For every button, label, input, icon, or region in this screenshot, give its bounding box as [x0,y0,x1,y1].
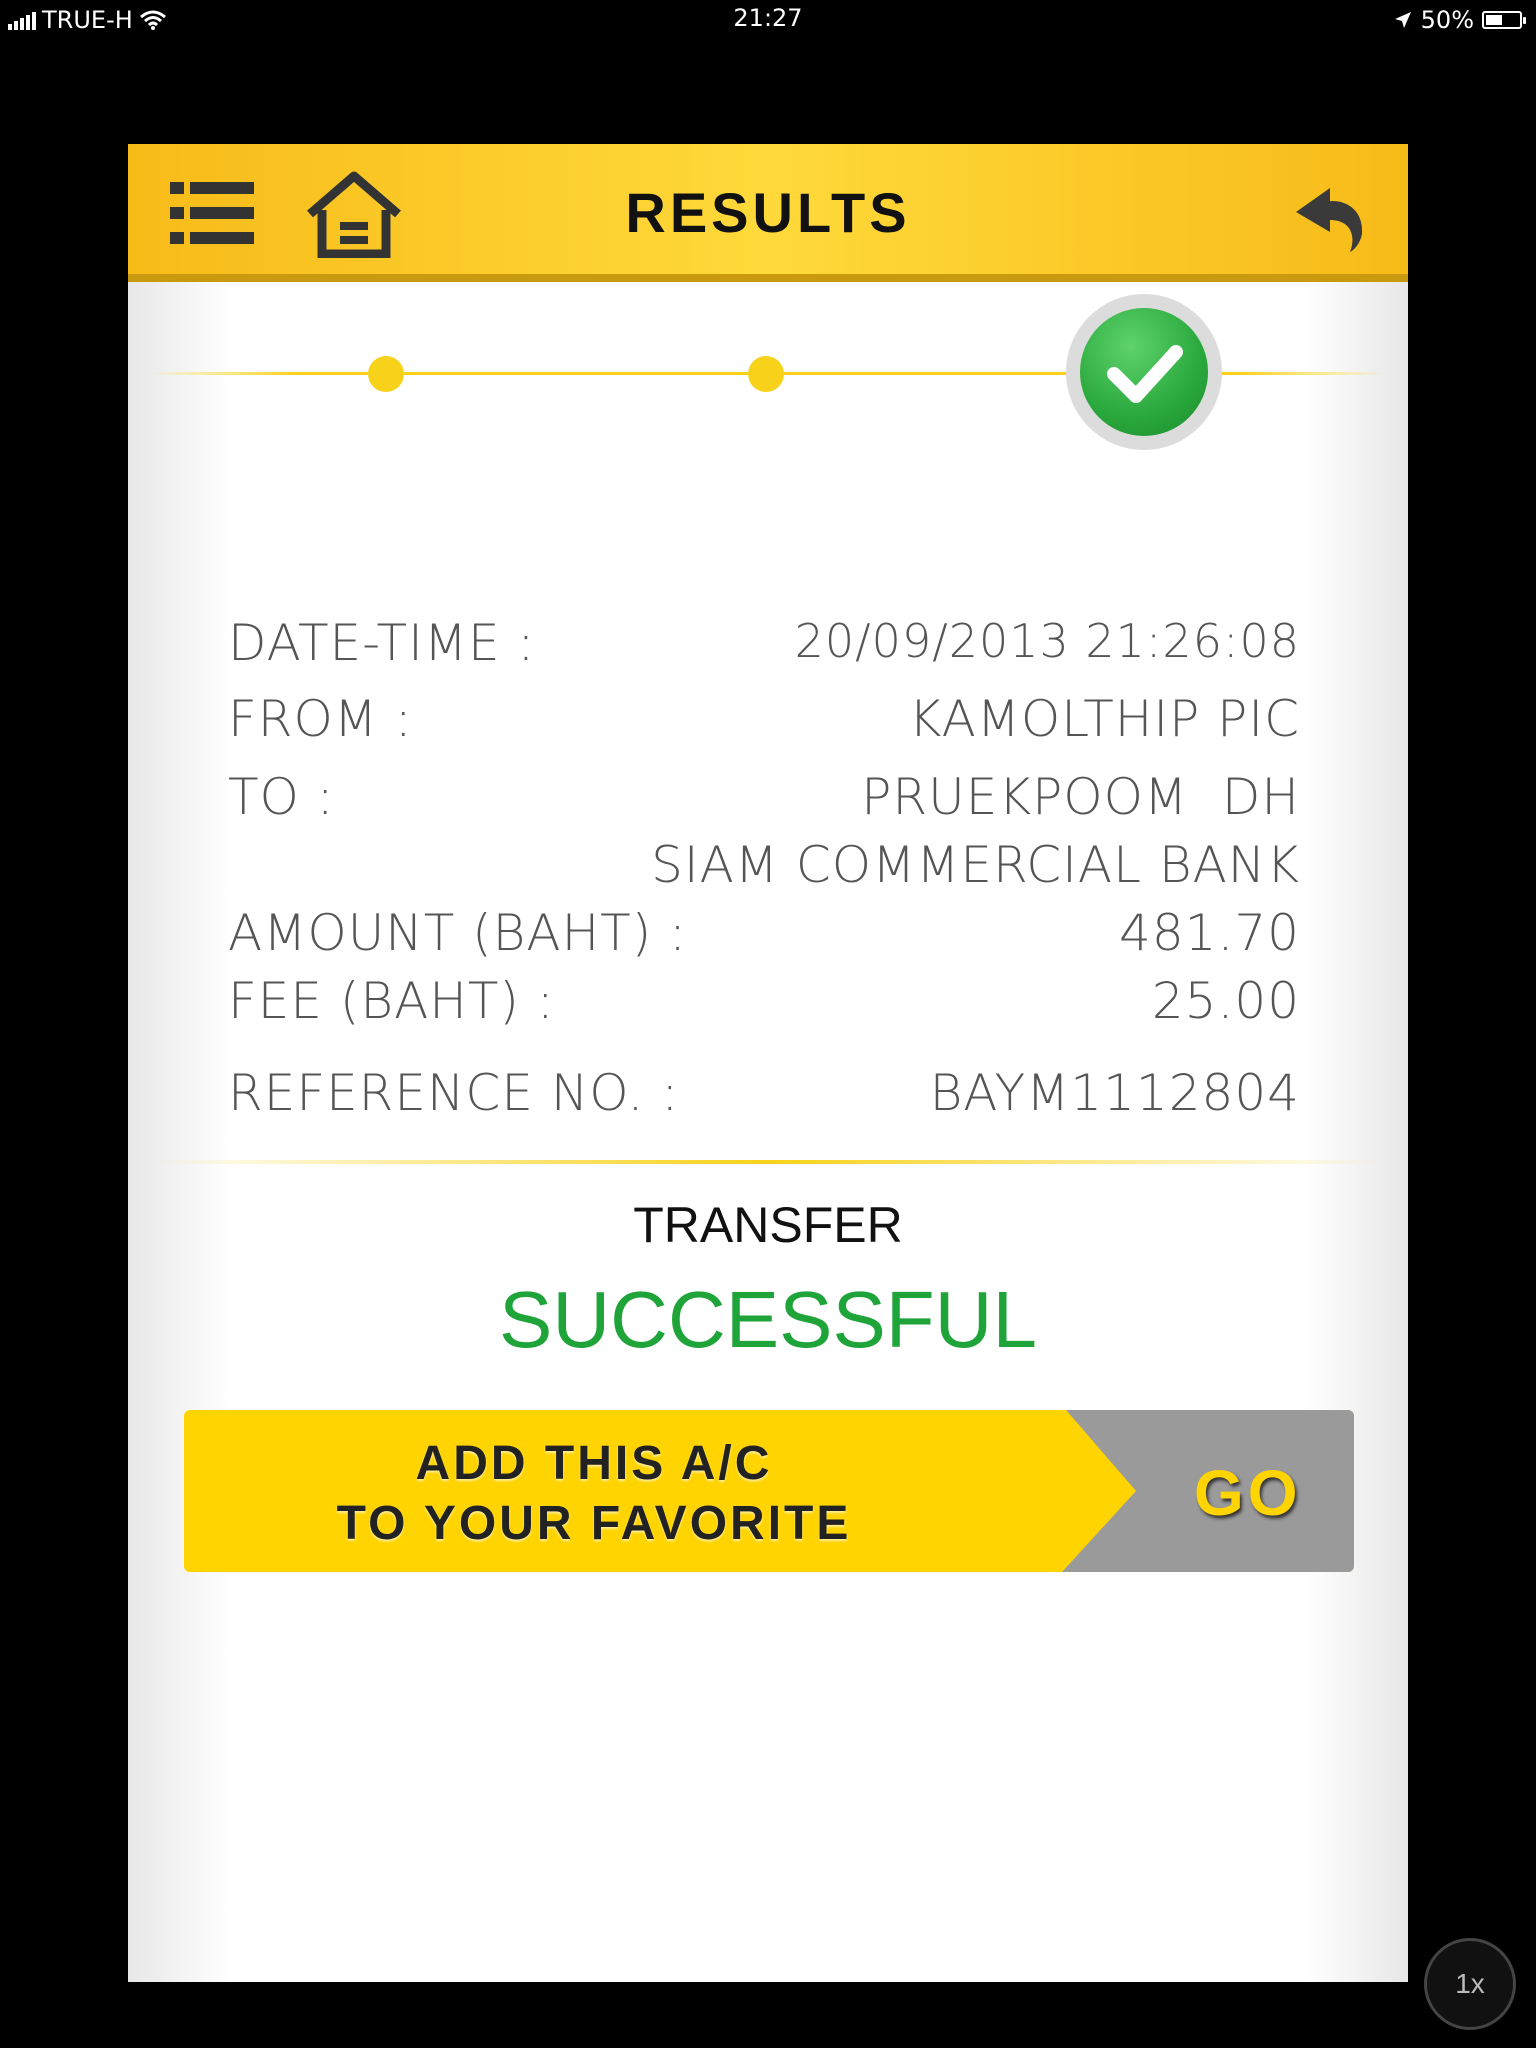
transfer-label: TRANSFER [633,1197,903,1253]
reference-label: REFERENCE NO. : [228,1064,680,1122]
amount-value: 481.70 [1119,904,1300,962]
battery-icon [1482,11,1526,29]
amount-label: AMOUNT (BAHT) : [228,904,687,962]
fee-label: FEE (BAHT) : [228,972,555,1030]
favorite-line-1: ADD THIS A/C [415,1437,773,1490]
from-label: FROM : [228,690,413,748]
zoom-toggle-button[interactable]: 1x [1424,1938,1516,2030]
progress-step-2 [748,356,784,392]
to-name: PRUEKPOOM DH [861,768,1300,826]
battery-fill [1486,15,1502,25]
to-label: TO : [228,768,335,826]
page-title: RESULTS [625,181,911,244]
status-time: 21:27 [733,4,803,32]
favorite-line-2: TO YOUR FAVORITE [336,1497,852,1550]
app-panel: RESULTS DATE-TIME : 20/09/2013 21:26:08 … [128,144,1408,1982]
section-divider [148,1160,1388,1164]
checkmark-badge [1080,308,1208,436]
checkmark-icon [1107,345,1183,403]
to-bank: SIAM COMMERCIAL BANK [651,836,1300,894]
datetime-value: 20/09/2013 21:26:08 [794,614,1300,668]
transfer-status: SUCCESSFUL [499,1275,1037,1364]
back-arrow-icon[interactable] [1290,172,1374,256]
fee-value: 25.00 [1151,972,1300,1030]
from-value: KAMOLTHIP PIC [908,690,1300,748]
progress-step-3-complete [1066,294,1222,450]
go-label: GO [1194,1457,1302,1529]
reference-value: BAYM1112804 [929,1064,1300,1122]
location-arrow-icon [1394,12,1411,28]
datetime-label: DATE-TIME : [228,614,536,672]
favorite-button-label: ADD THIS A/C TO YOUR FAVORITE [184,1434,1004,1554]
battery-percent: 50% [1420,6,1474,34]
progress-step-1 [368,356,404,392]
status-right: 50% [1393,6,1526,34]
status-bar: TRUE-H 21:27 50% [0,0,1536,40]
add-to-favorite-button[interactable]: ADD THIS A/C TO YOUR FAVORITE GO [184,1410,1354,1572]
header-bar: RESULTS [128,144,1408,282]
